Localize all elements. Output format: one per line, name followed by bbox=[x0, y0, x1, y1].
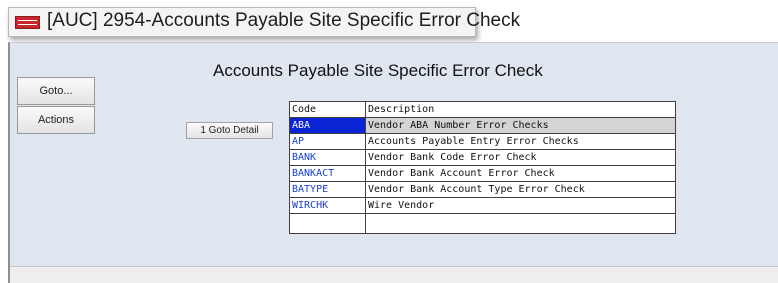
row-code[interactable]: ABA bbox=[289, 117, 366, 134]
title-bar: [AUC] 2954-Accounts Payable Site Specifi… bbox=[8, 7, 520, 37]
goto-detail-button[interactable]: 1 Goto Detail bbox=[186, 122, 273, 139]
row-description[interactable]: Vendor Bank Account Error Check bbox=[365, 165, 676, 182]
row-description-empty[interactable] bbox=[365, 213, 676, 234]
row-code[interactable]: AP bbox=[289, 133, 366, 150]
column-header-description[interactable]: Description bbox=[365, 101, 676, 118]
table-row[interactable]: AP Accounts Payable Entry Error Checks bbox=[289, 133, 676, 150]
row-code-empty[interactable] bbox=[289, 213, 366, 234]
table-row[interactable]: BATYPE Vendor Bank Account Type Error Ch… bbox=[289, 181, 676, 198]
status-strip bbox=[10, 266, 778, 283]
page-title: Accounts Payable Site Specific Error Che… bbox=[213, 61, 543, 80]
row-description[interactable]: Wire Vendor bbox=[365, 197, 676, 214]
row-code[interactable]: BANKACT bbox=[289, 165, 366, 182]
window-title: [AUC] 2954-Accounts Payable Site Specifi… bbox=[47, 10, 521, 31]
table-row[interactable]: ABA Vendor ABA Number Error Checks bbox=[289, 117, 676, 134]
row-description[interactable]: Vendor Bank Code Error Check bbox=[365, 149, 676, 166]
app-logo-icon bbox=[15, 16, 40, 29]
row-description[interactable]: Accounts Payable Entry Error Checks bbox=[365, 133, 676, 150]
row-description[interactable]: Vendor Bank Account Type Error Check bbox=[365, 181, 676, 198]
row-code[interactable]: BATYPE bbox=[289, 181, 366, 198]
table-row-empty[interactable] bbox=[289, 213, 676, 234]
goto-button[interactable]: Goto... bbox=[17, 77, 95, 105]
column-header-code[interactable]: Code bbox=[289, 101, 366, 118]
main-window: Goto... Actions Accounts Payable Site Sp… bbox=[8, 42, 778, 283]
codes-table: Code Description ABA Vendor ABA Number E… bbox=[289, 101, 676, 234]
table-header-row: Code Description bbox=[289, 101, 676, 118]
table-row[interactable]: BANK Vendor Bank Code Error Check bbox=[289, 149, 676, 166]
row-code[interactable]: WIRCHK bbox=[289, 197, 366, 214]
table-row[interactable]: WIRCHK Wire Vendor bbox=[289, 197, 676, 214]
actions-button[interactable]: Actions bbox=[17, 106, 95, 134]
row-code[interactable]: BANK bbox=[289, 149, 366, 166]
row-description[interactable]: Vendor ABA Number Error Checks bbox=[365, 117, 676, 134]
table-row[interactable]: BANKACT Vendor Bank Account Error Check bbox=[289, 165, 676, 182]
